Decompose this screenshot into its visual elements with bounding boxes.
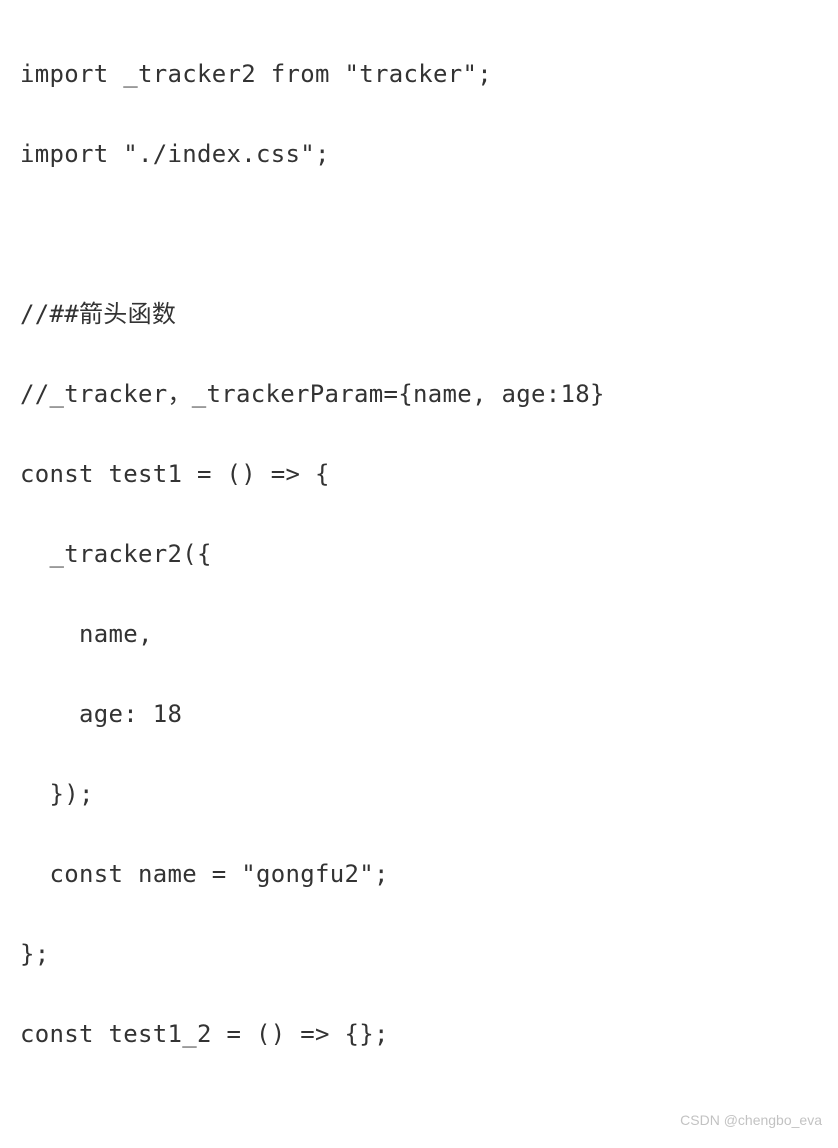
watermark-text: CSDN @chengbo_eva [680,1100,822,1140]
code-line: }; [20,934,818,974]
code-line: const test1 = () => { [20,454,818,494]
code-line: //##箭头函数 [20,294,818,334]
code-line: const test1_2 = () => {}; [20,1014,818,1054]
code-line: //_tracker，_trackerParam={name, age:18} [20,374,818,414]
code-line: import _tracker2 from "tracker"; [20,54,818,94]
code-line: const name = "gongfu2"; [20,854,818,894]
code-line: age: 18 [20,694,818,734]
code-line: name, [20,614,818,654]
code-line: _tracker2({ [20,534,818,574]
code-line: }); [20,774,818,814]
code-line: import "./index.css"; [20,134,818,174]
code-line [20,214,818,254]
code-block: import _tracker2 from "tracker"; import … [0,0,838,1148]
